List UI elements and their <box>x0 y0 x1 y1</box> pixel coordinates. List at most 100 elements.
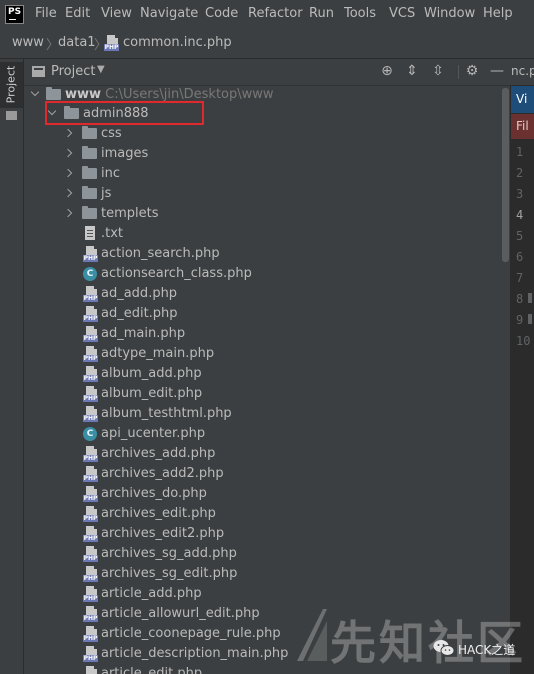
tree-row-file[interactable]: PHP archives_edit.php <box>24 504 501 524</box>
tree-row-file[interactable]: PHP archives_do.php <box>24 484 501 504</box>
tree-row-file[interactable]: PHP action_search.php <box>24 244 501 264</box>
file-label: album_edit.php <box>101 386 203 401</box>
file-label: archives_sg_edit.php <box>101 566 238 581</box>
menu-view[interactable]: View <box>101 6 132 21</box>
file-label: archives_add.php <box>101 446 216 461</box>
php-class-icon: C <box>83 427 97 441</box>
project-view-selector[interactable]: Project <box>51 64 95 79</box>
php-file-icon: PHP <box>83 346 98 362</box>
file-label: article_coonepage_rule.php <box>101 626 281 641</box>
tree-row-folder[interactable]: js <box>24 184 501 204</box>
fold-marker-icon[interactable] <box>528 293 532 303</box>
file-label: archives_edit2.php <box>101 526 225 541</box>
file-label: archives_sg_add.php <box>101 546 237 561</box>
folder-label: templets <box>101 206 159 221</box>
php-class-icon: C <box>83 267 97 281</box>
chevron-down-icon[interactable]: ▼ <box>97 64 105 75</box>
editor-error-banner[interactable]: Fil <box>511 114 534 139</box>
file-label: ad_edit.php <box>101 306 178 321</box>
php-file-icon: PHP <box>83 546 98 562</box>
line-number: 10 <box>516 334 531 348</box>
menu-tools[interactable]: Tools <box>344 6 376 21</box>
editor-info-banner[interactable]: Vi <box>511 86 534 113</box>
tree-row-file[interactable]: PHP ad_edit.php <box>24 304 501 324</box>
tree-row-file[interactable]: C actionsearch_class.php <box>24 264 501 284</box>
expand-arrow-icon[interactable] <box>63 187 73 201</box>
tree-row-file[interactable]: C api_ucenter.php <box>24 424 501 444</box>
tree-row-folder[interactable]: templets <box>24 204 501 224</box>
file-label: .txt <box>101 226 124 241</box>
menu-vcs[interactable]: VCS <box>389 6 415 21</box>
php-file-icon: PHP <box>83 526 98 542</box>
tree-row-file[interactable]: PHP album_add.php <box>24 364 501 384</box>
editor-tab-label: nc.php <box>511 64 534 78</box>
menu-navigate[interactable]: Navigate <box>140 6 198 21</box>
tool-window-strip <box>0 59 24 674</box>
php-file-icon: PHP <box>83 566 98 582</box>
menu-file[interactable]: File <box>35 6 57 21</box>
settings-gear-icon[interactable]: ⚙ <box>463 61 481 81</box>
php-file-icon: PHP <box>83 626 98 642</box>
file-label: archives_do.php <box>101 486 207 501</box>
locate-icon[interactable]: ⊕ <box>378 61 396 81</box>
menu-refactor[interactable]: Refactor <box>248 6 303 21</box>
php-file-icon: PHP <box>83 486 98 502</box>
tree-row-file[interactable]: PHP album_testhtml.php <box>24 404 501 424</box>
tree-row-file[interactable]: PHP ad_add.php <box>24 284 501 304</box>
tree-row-file[interactable]: PHP album_edit.php <box>24 384 501 404</box>
expand-arrow-icon[interactable] <box>63 207 73 221</box>
php-file-icon: PHP <box>83 306 98 322</box>
folder-icon <box>82 166 97 179</box>
tree-row-file[interactable]: PHP adtype_main.php <box>24 344 501 364</box>
tree-row-file[interactable]: PHP archives_sg_add.php <box>24 544 501 564</box>
file-label: archives_add2.php <box>101 466 224 481</box>
file-label: action_search.php <box>101 246 220 261</box>
menu-window[interactable]: Window <box>424 6 475 21</box>
expand-arrow-icon[interactable] <box>63 147 73 161</box>
file-label: adtype_main.php <box>101 346 215 361</box>
watermark-text: 先知社区 <box>330 616 526 670</box>
tree-row-file[interactable]: PHP archives_add.php <box>24 444 501 464</box>
breadcrumb-folder[interactable]: data1 <box>58 35 96 50</box>
folder-label: js <box>101 186 112 201</box>
tree-row-file[interactable]: PHP ad_main.php <box>24 324 501 344</box>
breadcrumb-project[interactable]: www <box>12 35 44 50</box>
tree-row-file[interactable]: PHP archives_edit2.php <box>24 524 501 544</box>
tree-row-file[interactable]: PHP archives_sg_edit.php <box>24 564 501 584</box>
expand-arrow-icon[interactable] <box>63 127 73 141</box>
expand-arrow-icon[interactable] <box>63 167 73 181</box>
collapse-arrow-icon[interactable] <box>30 88 40 102</box>
php-file-icon: PHP <box>83 406 98 422</box>
php-file-icon: PHP <box>83 326 98 342</box>
tree-row-folder[interactable]: images <box>24 144 501 164</box>
menu-help[interactable]: Help <box>483 6 513 21</box>
hide-panel-icon[interactable]: — <box>488 61 506 81</box>
tree-row-folder[interactable]: css <box>24 124 501 144</box>
line-number: 6 <box>516 250 524 264</box>
collapse-all-icon[interactable]: ⇳ <box>429 61 447 81</box>
line-number: 2 <box>516 166 524 180</box>
folder-icon <box>82 126 97 139</box>
line-number: 3 <box>516 187 524 201</box>
expand-all-icon[interactable]: ⇕ <box>403 61 421 81</box>
toolbar-divider <box>458 65 459 79</box>
php-file-icon: PHP <box>83 646 98 662</box>
file-label: album_testhtml.php <box>101 406 232 421</box>
line-number: 8 <box>516 292 524 306</box>
tree-row-file[interactable]: PHP archives_add2.php <box>24 464 501 484</box>
file-label: album_add.php <box>101 366 202 381</box>
scrollbar-thumb[interactable] <box>502 88 509 262</box>
tree-row-folder[interactable]: inc <box>24 164 501 184</box>
php-file-icon: PHP <box>83 506 98 522</box>
text-file-icon <box>85 226 95 240</box>
line-number: 1 <box>516 145 524 159</box>
menu-code[interactable]: Code <box>205 6 238 21</box>
menu-run[interactable]: Run <box>309 6 334 21</box>
fold-marker-icon[interactable] <box>528 314 532 324</box>
folder-icon <box>82 146 97 159</box>
php-file-icon: PHP <box>83 586 98 602</box>
tree-row-file[interactable]: PHP article_add.php <box>24 584 501 604</box>
menu-edit[interactable]: Edit <box>65 6 90 21</box>
tree-row-file[interactable]: .txt <box>24 224 501 244</box>
breadcrumb-file[interactable]: common.inc.php <box>123 35 232 50</box>
